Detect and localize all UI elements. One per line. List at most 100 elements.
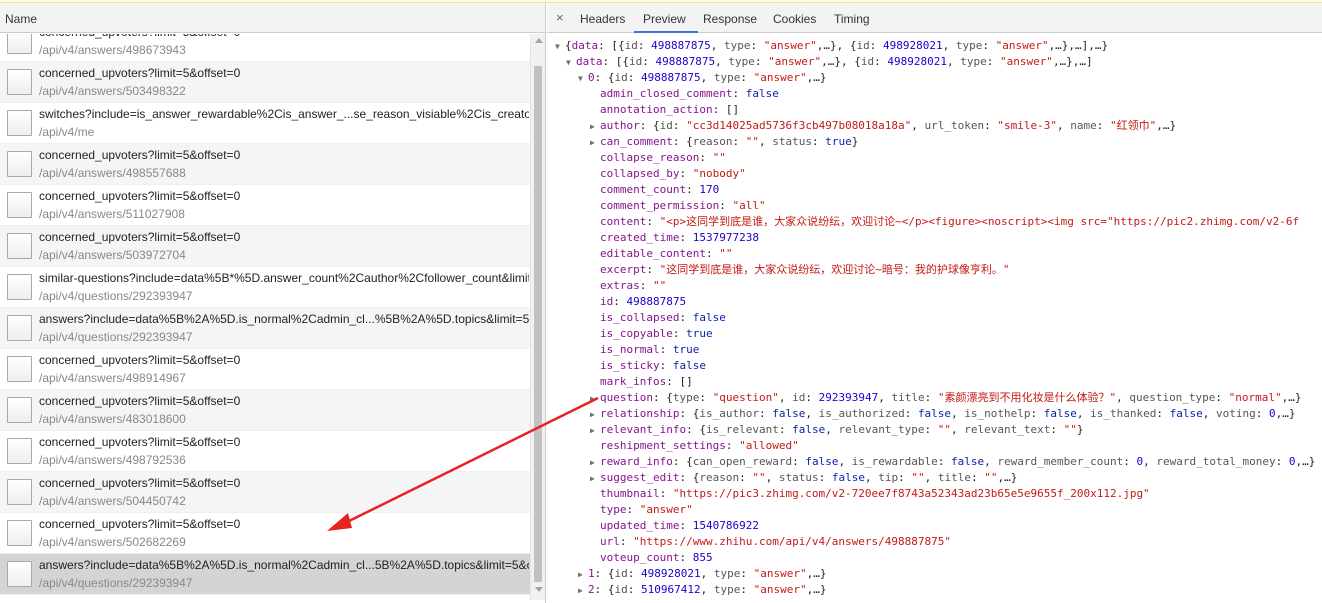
- json-punct: ,…}, {: [816, 39, 857, 52]
- json-key: updated_time: [600, 519, 680, 532]
- scrollbar-thumb[interactable]: [534, 66, 542, 582]
- tab-headers[interactable]: Headers: [580, 12, 625, 26]
- request-row[interactable]: concerned_upvoters?limit=5&offset=0/api/…: [0, 431, 530, 472]
- json-punct: :: [627, 71, 641, 84]
- json-punct: {: [565, 39, 572, 52]
- file-icon: [7, 479, 32, 505]
- json-line[interactable]: ▶ can_comment: {reason: "", status: true}: [590, 134, 858, 150]
- scroll-up-arrow-icon[interactable]: [535, 38, 543, 43]
- json-key: 0: [588, 71, 595, 84]
- json-line[interactable]: ▶ question: {type: "question", id: 292393…: [590, 390, 1302, 406]
- request-list-scrollbar[interactable]: [530, 34, 545, 600]
- json-key: collapse_reason: [600, 151, 700, 164]
- json-key: excerpt: [600, 263, 647, 276]
- request-name: concerned_upvoters?limit=5&offset=0: [39, 517, 241, 531]
- tab-cookies[interactable]: Cookies: [773, 12, 816, 26]
- json-punct: :: [1096, 119, 1111, 132]
- json-punct: : {: [672, 135, 693, 148]
- json-line[interactable]: ▶ relationship: {is_author: false, is_aut…: [590, 406, 1296, 422]
- request-path: /api/v4/answers/498557688: [39, 166, 186, 180]
- request-row[interactable]: concerned_upvoters?limit=5&offset=0/api/…: [0, 144, 530, 185]
- json-key: type: [600, 503, 627, 516]
- json-punct: : []: [666, 375, 693, 388]
- json-key: can_comment: [600, 135, 673, 148]
- json-punct: ,: [805, 407, 819, 420]
- request-row[interactable]: concerned_upvoters?limit=5&offset=0/api/…: [0, 62, 530, 103]
- json-line[interactable]: ▶ reward_info: {can_open_reward: false, i…: [590, 454, 1315, 470]
- json-string: "": [984, 471, 998, 484]
- json-line[interactable]: ▶ relevant_info: {is_relevant: false, rel…: [590, 422, 1084, 438]
- request-row[interactable]: answers?include=data%5B%2A%5D.is_normal%…: [0, 554, 530, 595]
- json-punct: :: [719, 199, 733, 212]
- triangle-right-icon[interactable]: ▶: [590, 455, 600, 471]
- scroll-down-arrow-icon[interactable]: [535, 587, 543, 592]
- request-row[interactable]: concerned_upvoters?limit=5&offset=0/api/…: [0, 472, 530, 513]
- tab-preview[interactable]: Preview: [643, 12, 686, 26]
- json-key: suggest_edit: [600, 471, 680, 484]
- request-row[interactable]: concerned_upvoters?limit=5&offset=0/api/…: [0, 390, 530, 431]
- triangle-right-icon[interactable]: ▶: [590, 391, 600, 407]
- request-row[interactable]: concerned_upvoters?limit=5&offset=0/api/…: [0, 226, 530, 267]
- json-punct: :: [725, 439, 740, 452]
- request-row[interactable]: answers?include=data%5B%2A%5D.is_normal%…: [0, 308, 530, 349]
- json-punct: type: [713, 71, 741, 84]
- request-row[interactable]: concerned_upvoters?limit=5&offset=0/api/…: [0, 185, 530, 226]
- triangle-right-icon[interactable]: ▶: [578, 567, 588, 583]
- json-punct: ,…}: [806, 567, 827, 580]
- triangle-right-icon[interactable]: ▶: [590, 423, 600, 439]
- tab-response[interactable]: Response: [703, 12, 757, 26]
- triangle-down-icon[interactable]: ▼: [566, 55, 576, 71]
- request-name: concerned_upvoters?limit=5&offset=0: [39, 189, 241, 203]
- json-line[interactable]: ▶ 2: {id: 510967412, type: "answer",…}: [578, 582, 826, 598]
- triangle-right-icon[interactable]: ▶: [590, 407, 600, 423]
- active-tab-indicator: [634, 31, 698, 33]
- json-punct: :: [672, 327, 687, 340]
- request-row[interactable]: concerned_upvoters?limit=5&offset=0/api/…: [0, 513, 530, 554]
- json-punct: :: [869, 39, 883, 52]
- json-punct: : {: [679, 407, 700, 420]
- json-line[interactable]: ▼ 0: {id: 498887875, type: "answer",…}: [578, 70, 826, 86]
- json-line[interactable]: ▼ {data: [{id: 498887875, type: "answer",…: [555, 38, 1108, 54]
- json-punct: :: [679, 311, 693, 324]
- json-line[interactable]: ▼ data: [{id: 498887875, type: "answer",……: [566, 54, 1093, 70]
- json-punct: ,: [951, 423, 965, 436]
- triangle-down-icon[interactable]: ▼: [555, 39, 565, 55]
- request-row[interactable]: concerned_upvoters?limit=5&offset=0/api/…: [0, 349, 530, 390]
- json-line[interactable]: ▶ 1: {id: 498928021, type: "answer",…}: [578, 566, 826, 582]
- json-string: "answer": [753, 71, 807, 84]
- json-line: annotation_action: []: [590, 102, 739, 118]
- triangle-right-icon[interactable]: ▶: [590, 135, 600, 151]
- json-punct: :: [740, 567, 754, 580]
- json-key: comment_permission: [600, 199, 720, 212]
- json-punct: :: [1255, 407, 1270, 420]
- triangle-right-icon[interactable]: ▶: [578, 583, 588, 599]
- triangle-down-icon[interactable]: ▼: [578, 71, 588, 87]
- json-punct: ,…}: [1295, 455, 1316, 468]
- json-punct: :: [937, 455, 952, 468]
- json-preview: ▼ {data: [{id: 498887875, type: "answer",…: [547, 34, 1322, 603]
- close-icon[interactable]: ×: [556, 10, 564, 25]
- json-line[interactable]: ▶ author: {id: "cc3d14025ad5736f3cb497b08…: [590, 118, 1176, 134]
- name-column-header[interactable]: Name: [0, 3, 545, 33]
- json-key: data: [576, 55, 603, 68]
- request-row[interactable]: concerned_upvoters?limit=5&offset=0/api/…: [0, 34, 530, 62]
- request-row[interactable]: similar-questions?include=data%5B*%5D.an…: [0, 267, 530, 308]
- json-boolean: false: [792, 423, 826, 436]
- file-icon: [7, 438, 32, 464]
- triangle-right-icon[interactable]: ▶: [590, 471, 600, 487]
- triangle-right-icon[interactable]: ▶: [590, 119, 600, 135]
- request-name: similar-questions?include=data%5B*%5D.an…: [39, 271, 529, 285]
- json-string: "cc3d14025ad5736f3cb497b08018a18a": [686, 119, 912, 132]
- json-punct: :: [627, 567, 641, 580]
- json-line[interactable]: ▶ suggest_edit: {reason: "", status: fals…: [590, 470, 1017, 486]
- network-request-panel: Name concerned_upvoters?limit=5&offset=0…: [0, 3, 546, 603]
- json-punct: :: [740, 71, 754, 84]
- request-path: /api/v4/answers/498792536: [39, 453, 186, 467]
- json-punct: reward_total_money: [1156, 455, 1276, 468]
- json-punct: type: [728, 55, 755, 68]
- request-row[interactable]: switches?include=is_answer_rewardable%2C…: [0, 103, 530, 144]
- tab-timing[interactable]: Timing: [834, 12, 870, 26]
- json-number: 170: [699, 183, 720, 196]
- json-line: is_copyable: true: [590, 326, 713, 342]
- json-boolean: false: [805, 455, 839, 468]
